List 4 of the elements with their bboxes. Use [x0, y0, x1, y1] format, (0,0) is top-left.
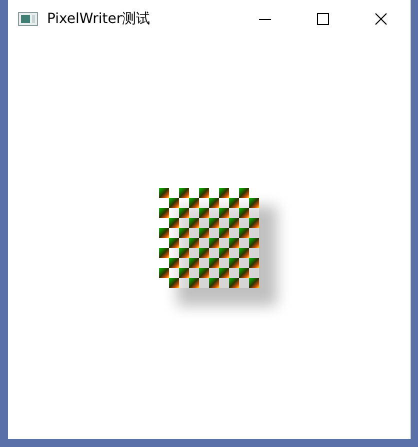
close-icon[interactable]	[375, 13, 387, 25]
window-icon	[18, 12, 38, 26]
window-title: PixelWriter测试	[47, 10, 152, 28]
maximize-icon[interactable]	[317, 13, 329, 25]
